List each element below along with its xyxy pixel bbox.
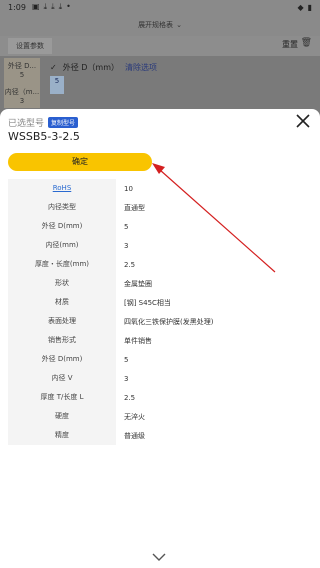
spec-row: 精度 普通级: [8, 426, 312, 445]
spec-key: 厚度 T/长度 L: [8, 388, 116, 407]
spec-value: 3: [124, 241, 129, 250]
left-item-value: 3: [19, 97, 25, 105]
dot-icon: •: [66, 2, 71, 11]
spec-key: 形状: [8, 274, 116, 293]
spec-key: 材质: [8, 293, 116, 312]
download-icon: ⤓: [51, 2, 55, 11]
spec-row: 形状 金属垫圈: [8, 274, 312, 293]
selected-label-text: 已选型号: [8, 119, 45, 129]
spec-value: 3: [124, 374, 129, 383]
chevron-down-icon[interactable]: [151, 552, 167, 562]
spec-value: 10: [124, 184, 133, 193]
selected-model-label: 已选型号 复制型号: [8, 116, 79, 129]
spec-value: 无淬火: [124, 412, 145, 421]
spec-value: 直通型: [124, 203, 145, 212]
spec-row: 外径 D(mm) 5: [8, 350, 312, 369]
tab-settings[interactable]: 设置参数: [8, 38, 52, 54]
spec-row: 内径(mm) 3: [8, 236, 312, 255]
reset-button[interactable]: 重置: [282, 39, 298, 50]
spec-value: 5: [124, 355, 129, 364]
spec-value: 2.5: [124, 393, 136, 402]
clock: 1:09: [8, 2, 26, 12]
spec-key: 销售形式: [8, 331, 116, 350]
close-icon[interactable]: [294, 112, 312, 130]
spec-key: 外径 D(mm): [8, 350, 116, 369]
spec-value: 单件销售: [124, 336, 152, 345]
spec-table: RoHS 10 内径类型 直通型 外径 D(mm) 5 内径(mm) 3 厚度・长度(mm) 2.…: [8, 179, 312, 445]
spec-row: RoHS 10: [8, 179, 312, 198]
check-icon: ✓: [50, 63, 57, 72]
left-item-label: 外径 D...: [7, 62, 37, 70]
left-item-value: 5: [19, 71, 25, 79]
filter-row: ✓ 外径 D（mm） 清除选项: [50, 62, 157, 73]
filter-label: 外径 D（mm）: [62, 63, 119, 72]
spec-row: 内径 V 3: [8, 369, 312, 388]
param-bar: 设置参数: [0, 36, 320, 56]
model-number: WSSB5-3-2.5: [8, 130, 80, 143]
spec-row: 厚度 T/长度 L 2.5: [8, 388, 312, 407]
spec-value: 2.5: [124, 260, 136, 269]
notification-icons: ▣ ⤓ ⤓ ⤓ •: [32, 2, 71, 12]
spec-title: 展开规格表: [138, 21, 174, 29]
confirm-button[interactable]: 确定: [8, 153, 152, 171]
spec-row: 内径类型 直通型: [8, 198, 312, 217]
spec-key: 表面处理: [8, 312, 116, 331]
left-item-label: 内径（m...: [4, 88, 40, 96]
spec-key: 精度: [8, 426, 116, 445]
spec-key: 内径(mm): [8, 236, 116, 255]
spec-row: 材质 [钢] S45C相当: [8, 293, 312, 312]
spec-value: 普通级: [124, 431, 145, 440]
clear-options-link[interactable]: 清除选项: [125, 62, 157, 73]
spec-row: 销售形式 单件销售: [8, 331, 312, 350]
spec-key: 硬度: [8, 407, 116, 426]
spec-key: 厚度・长度(mm): [8, 255, 116, 274]
left-filter-panel[interactable]: 外径 D... 5 内径（m... 3: [4, 58, 40, 108]
spec-row: 外径 D(mm) 5: [8, 217, 312, 236]
spec-key[interactable]: RoHS: [8, 179, 116, 198]
spec-row: 厚度・长度(mm) 2.5: [8, 255, 312, 274]
download-icon: ⤓: [43, 2, 48, 11]
battery-icon: ▮: [307, 2, 312, 12]
chevron-down-icon: ⌄: [176, 21, 182, 29]
trash-icon[interactable]: 🗑: [301, 38, 312, 48]
spec-row: 硬度 无淬火: [8, 407, 312, 426]
spec-key: 内径类型: [8, 198, 116, 217]
image-icon: ▣: [31, 2, 40, 11]
spec-value: [钢] S45C相当: [124, 298, 171, 307]
spec-value: 四氧化三铁保护膜(发黑处理): [124, 317, 214, 326]
download-icon: ⤓: [58, 2, 63, 11]
status-bar: 1:09 ▣ ⤓ ⤓ ⤓ • ◆ ▮: [0, 0, 320, 14]
wifi-icon: ◆: [297, 2, 304, 12]
value-chip[interactable]: 5: [50, 76, 64, 94]
spec-key: 外径 D(mm): [8, 217, 116, 236]
spec-header[interactable]: 展开规格表 ⌄: [0, 14, 320, 36]
spec-key: 内径 V: [8, 369, 116, 388]
spec-value: 金属垫圈: [124, 279, 152, 288]
spec-row: 表面处理 四氧化三铁保护膜(发黑处理): [8, 312, 312, 331]
copy-model-badge[interactable]: 复制型号: [48, 117, 79, 128]
spec-value: 5: [124, 222, 129, 231]
